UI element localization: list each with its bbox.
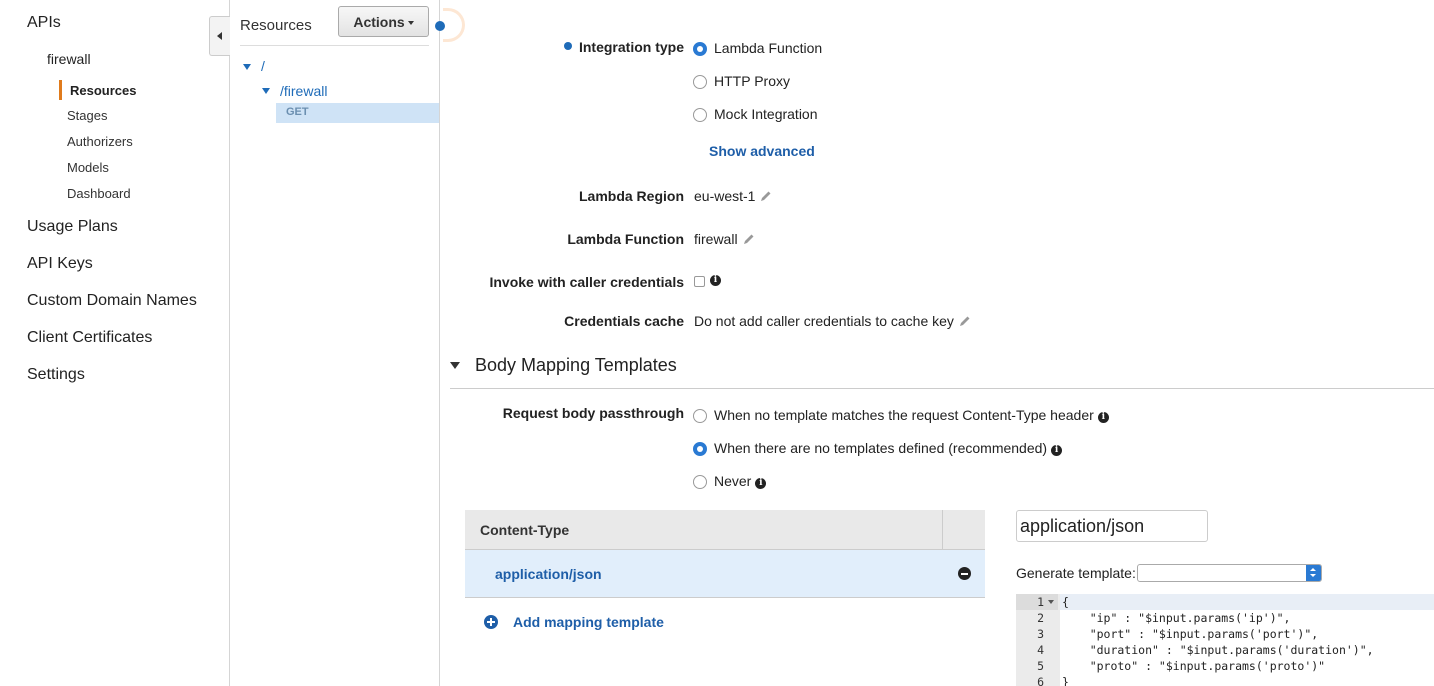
radio-passthrough-no-match[interactable]: [693, 409, 707, 423]
pencil-icon[interactable]: [743, 233, 755, 245]
remove-icon[interactable]: [958, 567, 971, 580]
fold-caret-icon[interactable]: [1048, 600, 1054, 604]
info-icon[interactable]: i: [710, 275, 721, 286]
nav-item-resources[interactable]: Resources: [70, 83, 136, 98]
line-number: 2: [1037, 611, 1044, 625]
column-divider: [942, 510, 943, 550]
line-number: 4: [1037, 643, 1044, 657]
nav-api-firewall[interactable]: firewall: [47, 51, 91, 67]
collapse-nav-button[interactable]: [209, 16, 230, 56]
nav-usage-plans[interactable]: Usage Plans: [27, 218, 118, 236]
nav-api-keys[interactable]: API Keys: [27, 255, 93, 273]
content-type-input[interactable]: [1016, 510, 1208, 542]
pencil-icon[interactable]: [760, 190, 772, 202]
radio-http-proxy[interactable]: [693, 75, 707, 89]
code-line[interactable]: {: [1062, 594, 1069, 610]
add-mapping-label: Add mapping template: [513, 614, 664, 630]
actions-button[interactable]: Actions: [338, 6, 429, 37]
radio-label-http-proxy[interactable]: HTTP Proxy: [714, 73, 790, 89]
integration-type-label: Integration type: [578, 39, 684, 55]
nav-settings[interactable]: Settings: [27, 366, 85, 384]
expand-triangle-icon[interactable]: [243, 64, 251, 70]
lambda-function-field: firewall: [694, 231, 755, 247]
left-nav: APIs firewall Resources Stages Authorize…: [0, 0, 230, 686]
table-row[interactable]: application/json: [465, 550, 985, 598]
info-icon[interactable]: i: [755, 478, 767, 489]
passthrough-label: Request body passthrough: [502, 405, 684, 421]
passthrough-option-no-templates[interactable]: When there are no templates defined (rec…: [714, 440, 1063, 456]
tree-divider: [240, 45, 429, 46]
passthrough-option-never-text: Never: [714, 473, 752, 489]
active-line-highlight: [1060, 594, 1434, 610]
radio-passthrough-no-templates[interactable]: [693, 442, 707, 456]
code-line[interactable]: "port" : "$input.params('port')",: [1062, 626, 1319, 642]
passthrough-option-never[interactable]: Never i: [714, 473, 767, 489]
line-number: 5: [1037, 659, 1044, 673]
credentials-cache-value: Do not add caller credentials to cache k…: [694, 313, 954, 329]
radio-label-lambda-function[interactable]: Lambda Function: [714, 40, 822, 56]
generate-template-select[interactable]: [1137, 564, 1322, 582]
focus-glow: [443, 8, 465, 42]
lambda-function-value: firewall: [694, 231, 738, 247]
nav-item-authorizers[interactable]: Authorizers: [67, 134, 133, 149]
passthrough-option-no-match-text: When no template matches the request Con…: [714, 407, 1094, 423]
tree-method-get[interactable]: GET: [276, 103, 439, 123]
nav-item-dashboard[interactable]: Dashboard: [67, 186, 131, 201]
tree-title: Resources: [240, 17, 312, 34]
passthrough-option-no-templates-text: When there are no templates defined (rec…: [714, 440, 1048, 456]
show-advanced-link[interactable]: Show advanced: [709, 143, 815, 159]
section-divider: [450, 388, 1434, 389]
code-line[interactable]: "proto" : "$input.params('proto')": [1062, 658, 1325, 674]
radio-lambda-function[interactable]: [693, 42, 707, 56]
lambda-region-field: eu-west-1: [694, 188, 772, 204]
tree-node-firewall[interactable]: /firewall: [280, 83, 327, 99]
chevron-left-icon: [217, 32, 222, 40]
line-number: 3: [1037, 627, 1044, 641]
credentials-cache-label: Credentials cache: [564, 313, 684, 329]
caret-down-icon: [407, 20, 414, 25]
info-icon[interactable]: i: [1051, 445, 1063, 456]
lambda-region-label: Lambda Region: [578, 188, 684, 204]
nav-apis[interactable]: APIs: [27, 14, 61, 32]
credentials-cache-field: Do not add caller credentials to cache k…: [694, 313, 971, 329]
plus-circle-icon: [484, 615, 498, 629]
expand-triangle-icon[interactable]: [262, 88, 270, 94]
tree-node-root[interactable]: /: [261, 58, 265, 74]
content-type-cell[interactable]: application/json: [495, 566, 602, 582]
radio-label-mock-integration[interactable]: Mock Integration: [714, 106, 818, 122]
add-mapping-template-link[interactable]: Add mapping template: [484, 614, 664, 630]
nav-item-stages[interactable]: Stages: [67, 108, 107, 123]
method-label: GET: [286, 106, 309, 118]
actions-label: Actions: [353, 13, 405, 30]
code-line[interactable]: }: [1062, 674, 1069, 686]
table-header: Content-Type: [465, 510, 985, 550]
collapse-section-icon[interactable]: [450, 362, 460, 369]
section-title[interactable]: Body Mapping Templates: [475, 355, 677, 376]
generate-template-label: Generate template:: [1016, 565, 1136, 581]
code-line[interactable]: "ip" : "$input.params('ip')",: [1062, 610, 1291, 626]
pencil-icon[interactable]: [959, 315, 971, 327]
lambda-region-value: eu-west-1: [694, 188, 756, 204]
select-arrows-icon: [1306, 565, 1321, 581]
invoke-credentials-checkbox[interactable]: [694, 276, 705, 287]
radio-mock-integration[interactable]: [693, 108, 707, 122]
radio-passthrough-never[interactable]: [693, 475, 707, 489]
lambda-function-label: Lambda Function: [567, 231, 684, 247]
required-dot-icon: [564, 42, 572, 50]
info-icon[interactable]: i: [1097, 412, 1109, 423]
nav-client-certificates[interactable]: Client Certificates: [27, 329, 152, 347]
passthrough-option-no-match[interactable]: When no template matches the request Con…: [714, 407, 1109, 423]
column-header-content-type: Content-Type: [480, 522, 570, 538]
resource-tree-panel: Resources Actions / /firewall GET: [230, 0, 440, 686]
template-code-editor[interactable]: 1 2 3 4 5 6 { "ip" : "$input.params('ip'…: [1016, 594, 1434, 686]
active-indicator: [59, 80, 62, 100]
line-number: 6: [1037, 675, 1044, 686]
nav-item-models[interactable]: Models: [67, 160, 109, 175]
code-line[interactable]: "duration" : "$input.params('duration')"…: [1062, 642, 1374, 658]
nav-custom-domain-names[interactable]: Custom Domain Names: [27, 292, 197, 310]
invoke-credentials-label: Invoke with caller credentials: [489, 274, 684, 290]
